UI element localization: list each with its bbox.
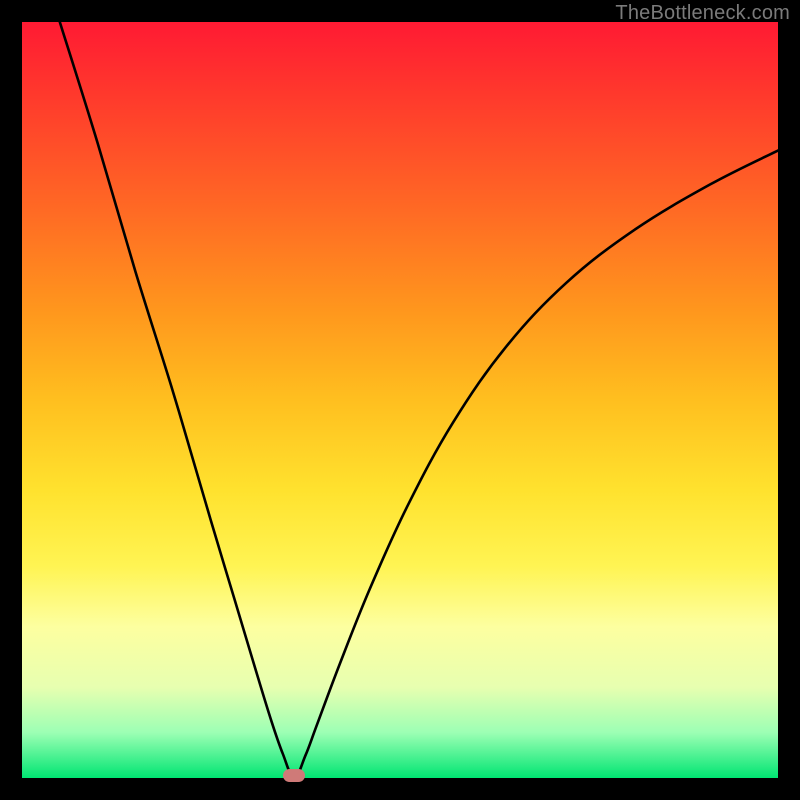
minimum-marker	[283, 769, 305, 782]
plot-area	[22, 22, 778, 778]
bottleneck-curve	[22, 22, 778, 778]
attribution-text: TheBottleneck.com	[615, 2, 790, 25]
chart-frame: TheBottleneck.com	[0, 0, 800, 800]
